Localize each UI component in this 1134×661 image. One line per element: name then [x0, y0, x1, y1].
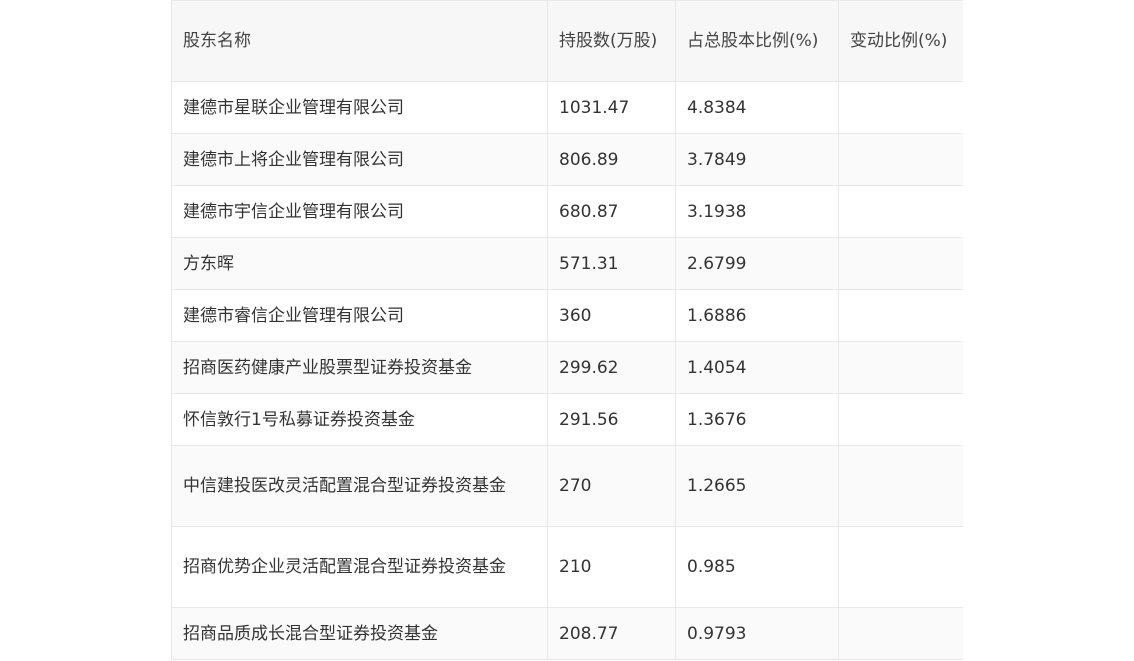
- table-row: 建德市睿信企业管理有限公司 360 1.6886: [171, 289, 963, 342]
- cell-ratio: 4.8384: [675, 81, 839, 134]
- table-row: 招商医药健康产业股票型证券投资基金 299.62 1.4054: [171, 341, 963, 394]
- cell-change: [838, 526, 963, 608]
- table-row: 中信建投医改灵活配置混合型证券投资基金 270 1.2665: [171, 445, 963, 527]
- cell-ratio: 1.3676: [675, 393, 839, 446]
- cell-shares: 299.62: [547, 341, 676, 394]
- cell-name: 方东晖: [171, 237, 548, 290]
- cell-name: 招商优势企业灵活配置混合型证券投资基金: [171, 526, 548, 608]
- cell-change: [838, 393, 963, 446]
- cell-shares: 291.56: [547, 393, 676, 446]
- cell-change: [838, 133, 963, 186]
- cell-name: 招商医药健康产业股票型证券投资基金: [171, 341, 548, 394]
- cell-name: 建德市上将企业管理有限公司: [171, 133, 548, 186]
- table-row: 建德市宇信企业管理有限公司 680.87 3.1938: [171, 185, 963, 238]
- cell-change: [838, 289, 963, 342]
- table-row: 招商品质成长混合型证券投资基金 208.77 0.9793: [171, 607, 963, 660]
- table-row: 建德市上将企业管理有限公司 806.89 3.7849: [171, 133, 963, 186]
- cell-name: 建德市睿信企业管理有限公司: [171, 289, 548, 342]
- cell-change: [838, 607, 963, 660]
- cell-name: 招商品质成长混合型证券投资基金: [171, 607, 548, 660]
- cell-shares: 1031.47: [547, 81, 676, 134]
- cell-ratio: 1.4054: [675, 341, 839, 394]
- cell-shares: 360: [547, 289, 676, 342]
- table-header: 股东名称 持股数(万股) 占总股本比例(%) 变动比例(%): [171, 0, 963, 82]
- table-row: 方东晖 571.31 2.6799: [171, 237, 963, 290]
- cell-name: 建德市宇信企业管理有限公司: [171, 185, 548, 238]
- table-row: 建德市星联企业管理有限公司 1031.47 4.8384: [171, 81, 963, 134]
- cell-shares: 806.89: [547, 133, 676, 186]
- cell-change: [838, 185, 963, 238]
- cell-shares: 571.31: [547, 237, 676, 290]
- cell-shares: 270: [547, 445, 676, 527]
- header-shares: 持股数(万股): [547, 0, 676, 82]
- header-shareholder-name: 股东名称: [171, 0, 548, 82]
- table-row: 招商优势企业灵活配置混合型证券投资基金 210 0.985: [171, 526, 963, 608]
- shareholder-table: 股东名称 持股数(万股) 占总股本比例(%) 变动比例(%) 建德市星联企业管理…: [171, 0, 963, 660]
- cell-ratio: 1.2665: [675, 445, 839, 527]
- cell-name: 中信建投医改灵活配置混合型证券投资基金: [171, 445, 548, 527]
- cell-ratio: 0.985: [675, 526, 839, 608]
- cell-change: [838, 237, 963, 290]
- cell-name: 怀信敦行1号私募证券投资基金: [171, 393, 548, 446]
- cell-change: [838, 81, 963, 134]
- shareholder-table-container: 股东名称 持股数(万股) 占总股本比例(%) 变动比例(%) 建德市星联企业管理…: [171, 0, 963, 661]
- cell-change: [838, 341, 963, 394]
- table-body: 建德市星联企业管理有限公司 1031.47 4.8384 建德市上将企业管理有限…: [171, 81, 963, 660]
- cell-ratio: 3.7849: [675, 133, 839, 186]
- cell-shares: 208.77: [547, 607, 676, 660]
- table-row: 怀信敦行1号私募证券投资基金 291.56 1.3676: [171, 393, 963, 446]
- header-row: 股东名称 持股数(万股) 占总股本比例(%) 变动比例(%): [171, 0, 963, 82]
- cell-change: [838, 445, 963, 527]
- cell-shares: 210: [547, 526, 676, 608]
- cell-ratio: 1.6886: [675, 289, 839, 342]
- cell-ratio: 0.9793: [675, 607, 839, 660]
- cell-ratio: 3.1938: [675, 185, 839, 238]
- cell-name: 建德市星联企业管理有限公司: [171, 81, 548, 134]
- cell-shares: 680.87: [547, 185, 676, 238]
- header-change: 变动比例(%): [838, 0, 963, 82]
- header-ratio: 占总股本比例(%): [675, 0, 839, 82]
- cell-ratio: 2.6799: [675, 237, 839, 290]
